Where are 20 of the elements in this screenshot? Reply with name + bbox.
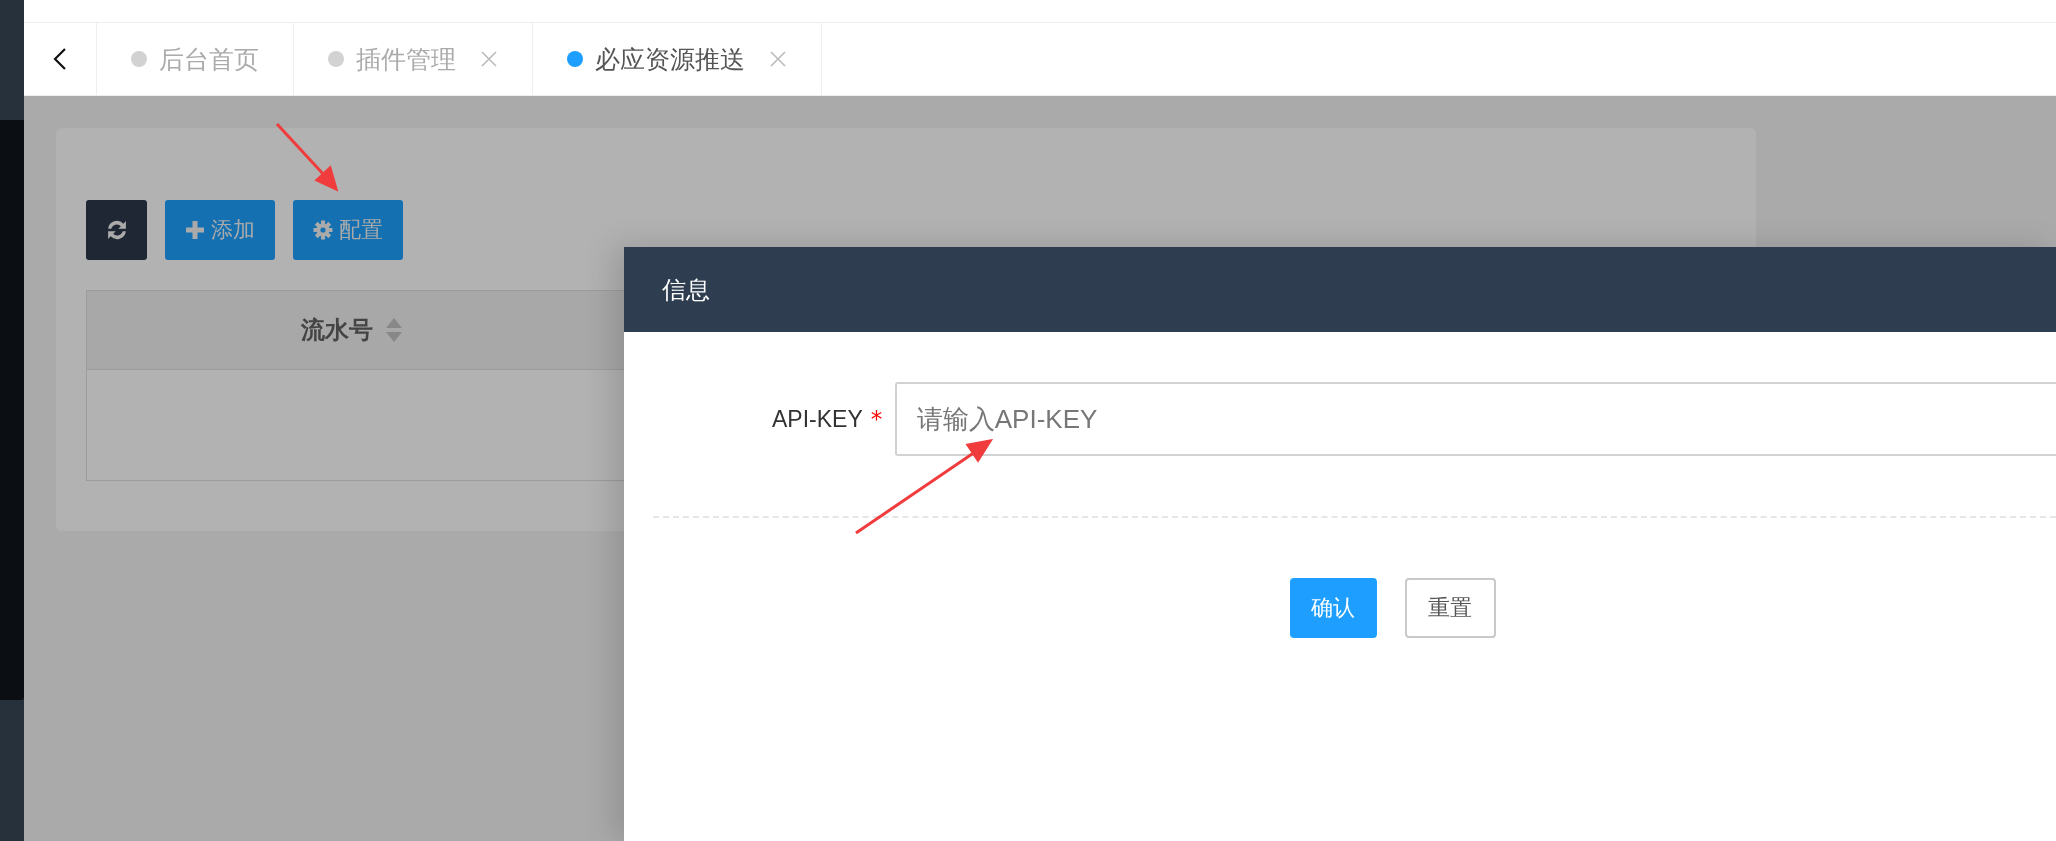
column-header[interactable]: 流水号 [301, 314, 373, 346]
close-icon[interactable] [769, 50, 787, 68]
chevron-left-icon [53, 47, 67, 71]
annotation-arrow [275, 123, 339, 192]
status-dot [131, 51, 147, 67]
reset-button[interactable]: 重置 [1404, 578, 1496, 638]
input-field[interactable]: 请输入API-KEY [894, 382, 2056, 456]
plus-icon [185, 220, 205, 240]
gear-icon [313, 220, 333, 240]
status-dot [567, 51, 583, 67]
dialog-title: 信息 [662, 274, 710, 306]
close-icon[interactable] [480, 50, 498, 68]
confirm-button[interactable]: 确认 [1289, 578, 1377, 638]
required-mark: * [870, 406, 884, 432]
config-button[interactable]: 配置 [293, 200, 403, 260]
refresh-button[interactable] [86, 200, 147, 260]
field-label: API-KEY [772, 405, 863, 433]
status-dot [328, 51, 344, 67]
sort-icon[interactable] [385, 317, 403, 343]
add-button[interactable]: 添加 [165, 200, 275, 260]
